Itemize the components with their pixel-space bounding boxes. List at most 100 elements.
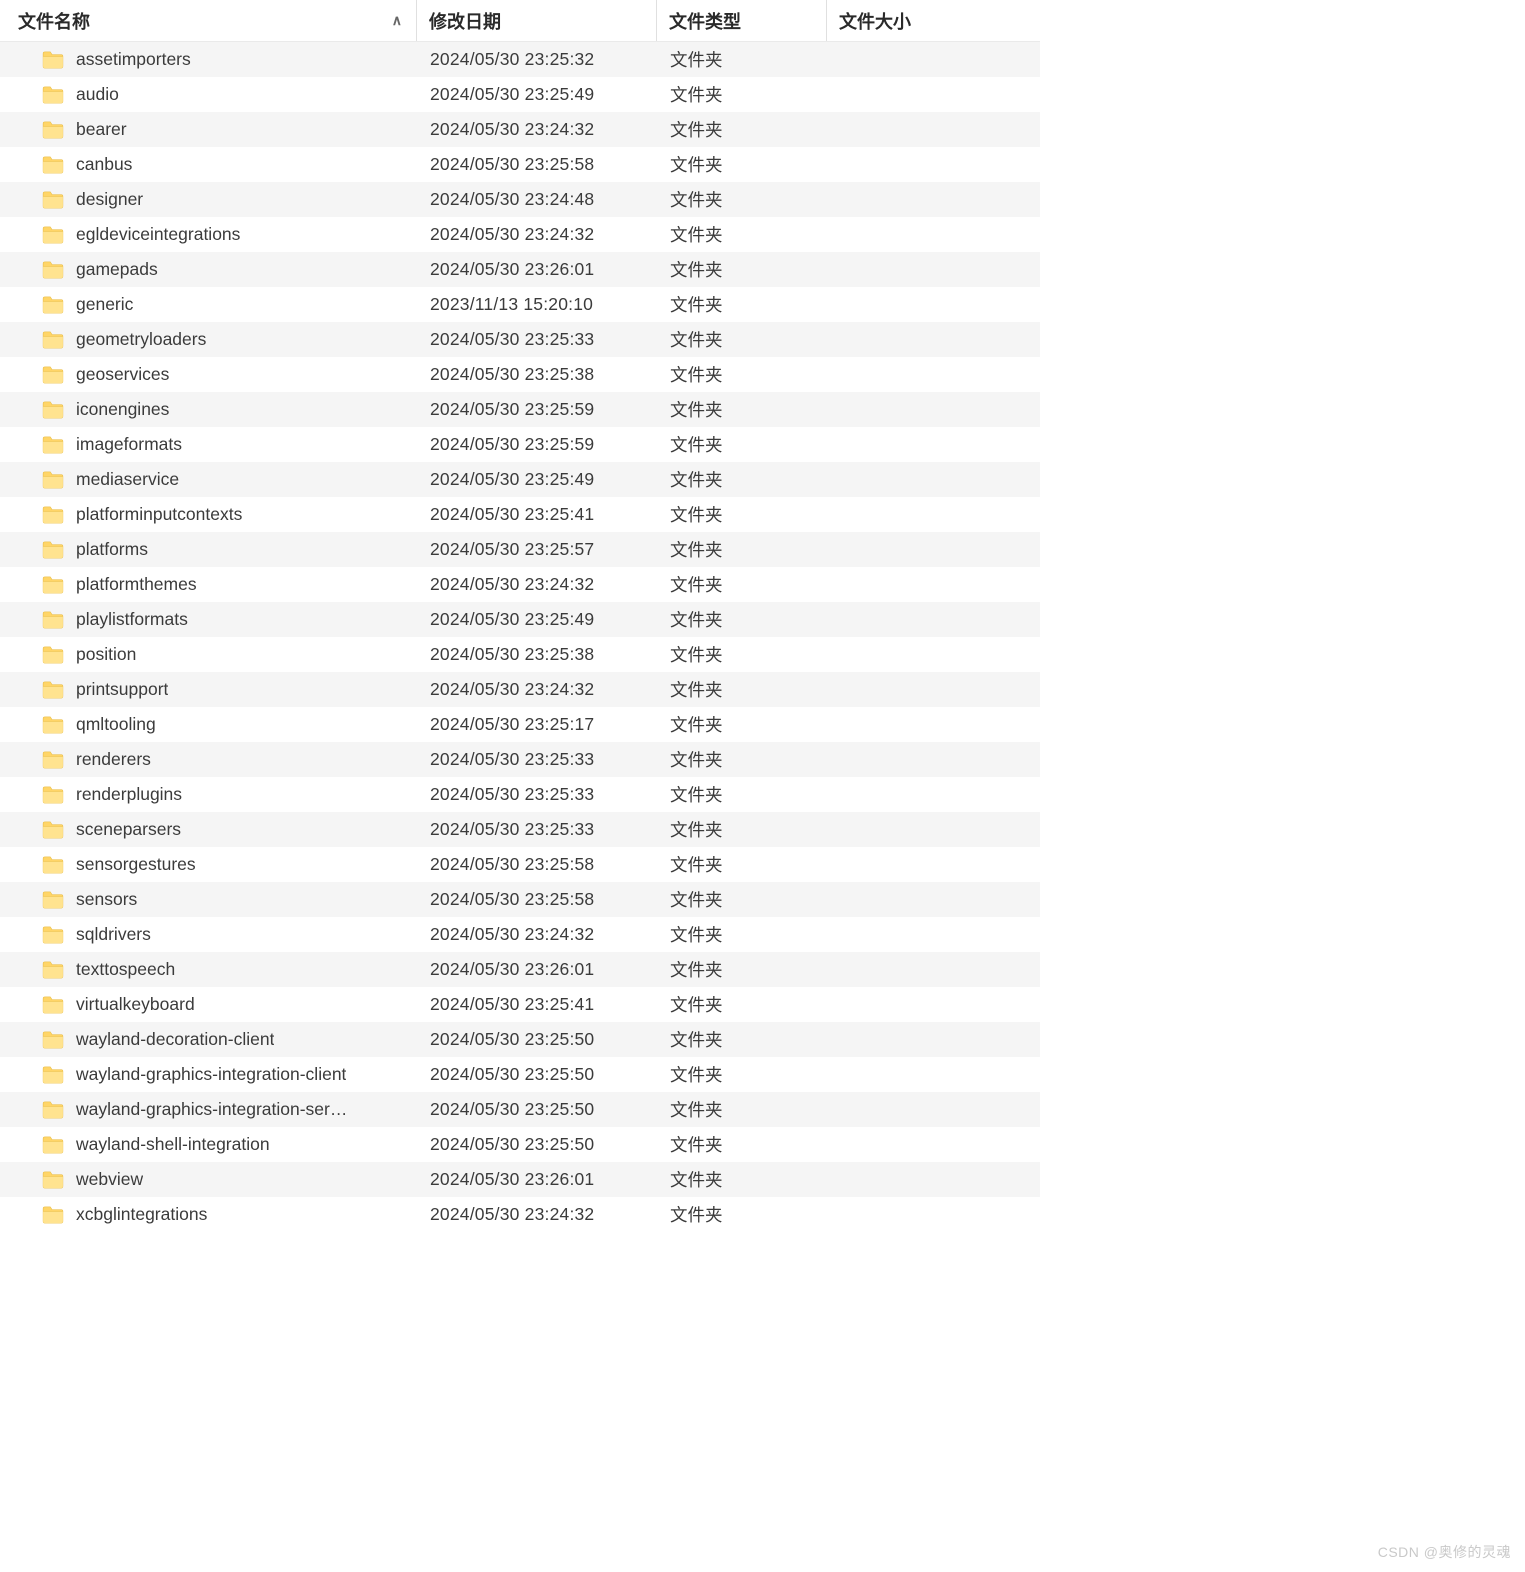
cell-type: 文件夹: [656, 217, 826, 252]
cell-type: 文件夹: [656, 672, 826, 707]
cell-date: 2024/05/30 23:25:59: [416, 392, 656, 427]
cell-name: wayland-shell-integration: [0, 1127, 416, 1162]
cell-type: 文件夹: [656, 952, 826, 987]
table-row[interactable]: platforms2024/05/30 23:25:57文件夹: [0, 532, 1040, 567]
cell-name: generic: [0, 287, 416, 322]
cell-name: audio: [0, 77, 416, 112]
folder-icon: [42, 86, 64, 104]
cell-date: 2024/05/30 23:25:17: [416, 707, 656, 742]
cell-date: 2024/05/30 23:25:58: [416, 882, 656, 917]
file-name-text: renderers: [76, 749, 151, 770]
cell-size: [826, 987, 1006, 1022]
table-row[interactable]: generic2023/11/13 15:20:10文件夹: [0, 287, 1040, 322]
table-row[interactable]: wayland-decoration-client2024/05/30 23:2…: [0, 1022, 1040, 1057]
table-row[interactable]: renderers2024/05/30 23:25:33文件夹: [0, 742, 1040, 777]
table-row[interactable]: sensorgestures2024/05/30 23:25:58文件夹: [0, 847, 1040, 882]
table-row[interactable]: mediaservice2024/05/30 23:25:49文件夹: [0, 462, 1040, 497]
cell-type: 文件夹: [656, 147, 826, 182]
table-row[interactable]: sqldrivers2024/05/30 23:24:32文件夹: [0, 917, 1040, 952]
folder-icon: [42, 506, 64, 524]
cell-type: 文件夹: [656, 392, 826, 427]
table-row[interactable]: audio2024/05/30 23:25:49文件夹: [0, 77, 1040, 112]
cell-date: 2024/05/30 23:25:50: [416, 1127, 656, 1162]
table-row[interactable]: imageformats2024/05/30 23:25:59文件夹: [0, 427, 1040, 462]
header-name[interactable]: 文件名称 ∧: [0, 0, 416, 41]
cell-date: 2024/05/30 23:25:38: [416, 357, 656, 392]
cell-name: assetimporters: [0, 42, 416, 77]
cell-size: [826, 357, 1006, 392]
table-row[interactable]: geometryloaders2024/05/30 23:25:33文件夹: [0, 322, 1040, 357]
header-date[interactable]: 修改日期: [416, 0, 656, 41]
table-row[interactable]: virtualkeyboard2024/05/30 23:25:41文件夹: [0, 987, 1040, 1022]
cell-size: [826, 917, 1006, 952]
folder-icon: [42, 261, 64, 279]
cell-size: [826, 497, 1006, 532]
table-row[interactable]: geoservices2024/05/30 23:25:38文件夹: [0, 357, 1040, 392]
table-row[interactable]: designer2024/05/30 23:24:48文件夹: [0, 182, 1040, 217]
sort-ascending-icon: ∧: [392, 12, 402, 29]
cell-type: 文件夹: [656, 322, 826, 357]
cell-name: gamepads: [0, 252, 416, 287]
file-name-text: sqldrivers: [76, 924, 151, 945]
table-row[interactable]: wayland-graphics-integration-ser…2024/05…: [0, 1092, 1040, 1127]
table-row[interactable]: platforminputcontexts2024/05/30 23:25:41…: [0, 497, 1040, 532]
table-row[interactable]: qmltooling2024/05/30 23:25:17文件夹: [0, 707, 1040, 742]
folder-icon: [42, 576, 64, 594]
folder-icon: [42, 156, 64, 174]
file-name-text: webview: [76, 1169, 143, 1190]
folder-icon: [42, 51, 64, 69]
table-row[interactable]: egldeviceintegrations2024/05/30 23:24:32…: [0, 217, 1040, 252]
table-row[interactable]: sensors2024/05/30 23:25:58文件夹: [0, 882, 1040, 917]
cell-name: geometryloaders: [0, 322, 416, 357]
header-type[interactable]: 文件类型: [656, 0, 826, 41]
cell-type: 文件夹: [656, 252, 826, 287]
file-name-text: geometryloaders: [76, 329, 206, 350]
folder-icon: [42, 331, 64, 349]
file-name-text: iconengines: [76, 399, 169, 420]
cell-type: 文件夹: [656, 917, 826, 952]
cell-size: [826, 742, 1006, 777]
cell-date: 2024/05/30 23:25:33: [416, 742, 656, 777]
table-row[interactable]: wayland-graphics-integration-client2024/…: [0, 1057, 1040, 1092]
table-row[interactable]: canbus2024/05/30 23:25:58文件夹: [0, 147, 1040, 182]
table-row[interactable]: sceneparsers2024/05/30 23:25:33文件夹: [0, 812, 1040, 847]
cell-name: sqldrivers: [0, 917, 416, 952]
file-name-text: sceneparsers: [76, 819, 181, 840]
folder-icon: [42, 1206, 64, 1224]
file-name-text: playlistformats: [76, 609, 188, 630]
cell-name: position: [0, 637, 416, 672]
table-row[interactable]: assetimporters2024/05/30 23:25:32文件夹: [0, 42, 1040, 77]
table-row[interactable]: xcbglintegrations2024/05/30 23:24:32文件夹: [0, 1197, 1040, 1232]
table-row[interactable]: position2024/05/30 23:25:38文件夹: [0, 637, 1040, 672]
file-name-text: geoservices: [76, 364, 169, 385]
cell-size: [826, 1022, 1006, 1057]
table-row[interactable]: renderplugins2024/05/30 23:25:33文件夹: [0, 777, 1040, 812]
table-row[interactable]: bearer2024/05/30 23:24:32文件夹: [0, 112, 1040, 147]
table-row[interactable]: gamepads2024/05/30 23:26:01文件夹: [0, 252, 1040, 287]
table-row[interactable]: platformthemes2024/05/30 23:24:32文件夹: [0, 567, 1040, 602]
folder-icon: [42, 891, 64, 909]
cell-size: [826, 42, 1006, 77]
cell-name: imageformats: [0, 427, 416, 462]
folder-icon: [42, 1101, 64, 1119]
header-size[interactable]: 文件大小: [826, 0, 1006, 41]
cell-date: 2023/11/13 15:20:10: [416, 287, 656, 322]
table-row[interactable]: printsupport2024/05/30 23:24:32文件夹: [0, 672, 1040, 707]
table-row[interactable]: webview2024/05/30 23:26:01文件夹: [0, 1162, 1040, 1197]
cell-date: 2024/05/30 23:24:32: [416, 112, 656, 147]
cell-type: 文件夹: [656, 847, 826, 882]
cell-name: bearer: [0, 112, 416, 147]
table-row[interactable]: wayland-shell-integration2024/05/30 23:2…: [0, 1127, 1040, 1162]
cell-type: 文件夹: [656, 1022, 826, 1057]
cell-name: texttospeech: [0, 952, 416, 987]
table-body: assetimporters2024/05/30 23:25:32文件夹 aud…: [0, 42, 1040, 1232]
table-row[interactable]: texttospeech2024/05/30 23:26:01文件夹: [0, 952, 1040, 987]
folder-icon: [42, 751, 64, 769]
table-row[interactable]: playlistformats2024/05/30 23:25:49文件夹: [0, 602, 1040, 637]
folder-icon: [42, 821, 64, 839]
folder-icon: [42, 366, 64, 384]
cell-type: 文件夹: [656, 1057, 826, 1092]
cell-size: [826, 1057, 1006, 1092]
table-row[interactable]: iconengines 2024/05/30 23:25:59文件夹: [0, 392, 1040, 427]
folder-icon: [42, 541, 64, 559]
